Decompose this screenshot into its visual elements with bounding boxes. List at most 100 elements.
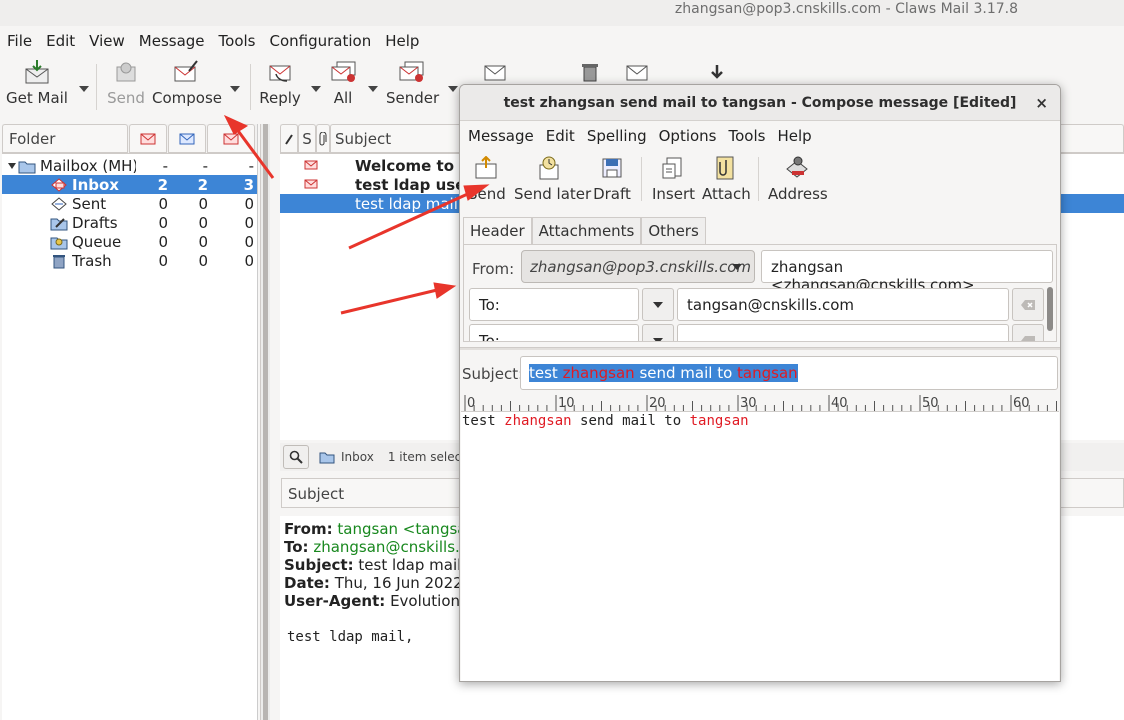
body-editor[interactable]: test zhangsan send mail to tangsan bbox=[461, 411, 1059, 681]
folder-row-inbox[interactable]: Inbox 2 2 3 bbox=[2, 175, 257, 194]
get-mail-button[interactable]: Get Mail bbox=[6, 56, 68, 108]
compose-menu-tools[interactable]: Tools bbox=[723, 127, 772, 145]
reply-sender-button[interactable]: Sender bbox=[386, 56, 439, 108]
header-scrollbar[interactable] bbox=[1047, 287, 1053, 331]
compose-toolbar: Send Send later Draft Insert Attach Addr… bbox=[460, 151, 1060, 207]
reply-label: Reply bbox=[259, 89, 301, 107]
pane-splitter[interactable] bbox=[260, 124, 270, 720]
folder-row-trash[interactable]: Trash 0 0 0 bbox=[2, 251, 257, 270]
compose-button[interactable]: Compose bbox=[152, 56, 223, 108]
paperclip-icon bbox=[319, 131, 327, 145]
close-icon[interactable]: × bbox=[1035, 85, 1048, 121]
attach-button[interactable]: Attach bbox=[702, 153, 751, 205]
message-subject: test ldap mail, bbox=[355, 194, 463, 213]
menu-configuration[interactable]: Configuration bbox=[262, 30, 378, 52]
menu-message[interactable]: Message bbox=[132, 30, 212, 52]
mark-column-header[interactable] bbox=[280, 124, 298, 153]
reply-all-dropdown[interactable] bbox=[366, 83, 378, 95]
folder-row-queue[interactable]: Queue 0 0 0 bbox=[2, 232, 257, 251]
new-column-header[interactable] bbox=[129, 124, 167, 153]
folder-column-header[interactable]: Folder bbox=[2, 124, 128, 153]
reply-button[interactable]: Reply bbox=[258, 56, 302, 108]
junk-icon[interactable] bbox=[626, 62, 650, 82]
reply-icon bbox=[269, 65, 291, 82]
subject-field[interactable]: test zhangsan send mail to tangsan bbox=[520, 356, 1058, 390]
reply-all-icon bbox=[331, 61, 356, 82]
insert-button[interactable]: Insert bbox=[652, 153, 695, 205]
compose-label: Compose bbox=[152, 89, 223, 107]
folder-row-drafts[interactable]: Drafts 0 0 0 bbox=[2, 213, 257, 232]
toolbar-separator bbox=[758, 157, 759, 201]
menu-edit[interactable]: Edit bbox=[39, 30, 82, 52]
draft-icon bbox=[602, 158, 622, 178]
to-field[interactable]: tangsan@cnskills.com bbox=[677, 288, 1009, 321]
subject-label: Subject: bbox=[284, 556, 354, 574]
folder-unread-count: - bbox=[202, 156, 208, 175]
send-later-button[interactable]: Send later bbox=[514, 153, 591, 205]
recipient-type-select[interactable]: To: bbox=[469, 288, 639, 321]
status-column-header[interactable]: S bbox=[298, 124, 316, 153]
menu-view[interactable]: View bbox=[82, 30, 132, 52]
compose-send-button[interactable]: Send bbox=[468, 153, 506, 205]
search-button[interactable] bbox=[283, 445, 309, 469]
reply-sender-dropdown[interactable] bbox=[446, 83, 458, 95]
get-mail-icon bbox=[25, 60, 49, 84]
from-account-value: zhangsan@pop3.cnskills.com bbox=[530, 258, 752, 276]
next-icon[interactable] bbox=[710, 64, 724, 80]
subject-label: Subject: bbox=[462, 365, 524, 383]
folder-row-sent[interactable]: Sent 0 0 0 bbox=[2, 194, 257, 213]
recipient-type-dropdown[interactable] bbox=[642, 288, 674, 321]
insert-file-icon bbox=[662, 157, 682, 179]
subject-selection: test zhangsan send mail to tangsan bbox=[529, 364, 798, 382]
compose-title-bar: test zhangsan send mail to tangsan - Com… bbox=[460, 85, 1060, 121]
get-mail-dropdown[interactable] bbox=[77, 83, 89, 95]
folder-row-mailbox[interactable]: Mailbox (MH) - - - bbox=[2, 156, 257, 175]
tab-header[interactable]: Header bbox=[463, 217, 532, 245]
attachment-column-header[interactable] bbox=[316, 124, 330, 153]
message-subject: test ldap use bbox=[355, 175, 466, 194]
recipient-type-select[interactable]: To: bbox=[469, 324, 639, 341]
draft-button[interactable]: Draft bbox=[593, 153, 631, 205]
compose-menu-message[interactable]: Message bbox=[462, 127, 540, 145]
unread-mail-icon bbox=[304, 179, 318, 189]
address-book-button[interactable]: Address bbox=[768, 153, 828, 205]
compose-dropdown[interactable] bbox=[228, 83, 240, 95]
tab-attachments[interactable]: Attachments bbox=[531, 217, 642, 245]
clear-icon bbox=[1021, 299, 1035, 310]
body-text: send mail to bbox=[571, 413, 690, 429]
collapse-triangle-icon[interactable] bbox=[8, 162, 18, 170]
recipient-type-dropdown[interactable] bbox=[642, 324, 674, 341]
compose-menu-edit[interactable]: Edit bbox=[540, 127, 581, 145]
from-value[interactable]: tangsan <tangsa bbox=[337, 520, 466, 538]
trash-toolbar-icon[interactable] bbox=[580, 62, 600, 82]
compose-menu-help[interactable]: Help bbox=[771, 127, 817, 145]
compose-menu-options[interactable]: Options bbox=[653, 127, 723, 145]
from-account-select[interactable]: zhangsan@pop3.cnskills.com bbox=[521, 250, 755, 283]
reply-all-button[interactable]: All bbox=[326, 56, 360, 108]
ruler-label: 30 bbox=[740, 396, 757, 411]
menu-tools[interactable]: Tools bbox=[212, 30, 263, 52]
unread-column-header[interactable] bbox=[168, 124, 206, 153]
folder-new-count: 0 bbox=[158, 213, 168, 232]
menu-file[interactable]: File bbox=[0, 30, 39, 52]
from-field[interactable]: zhangsan <zhangsan@cnskills.com> bbox=[761, 250, 1053, 294]
forward-icon[interactable] bbox=[484, 62, 508, 82]
reply-dropdown[interactable] bbox=[309, 83, 321, 95]
pane-divider[interactable] bbox=[460, 347, 1060, 350]
send-button[interactable]: Send bbox=[106, 56, 146, 108]
remove-recipient-button[interactable] bbox=[1012, 288, 1044, 321]
to-value[interactable]: zhangsan@cnskills.c bbox=[313, 538, 468, 556]
menu-help[interactable]: Help bbox=[378, 30, 426, 52]
folder-unread-count: 0 bbox=[198, 194, 208, 213]
folder-total-count: 0 bbox=[244, 232, 254, 251]
tab-others[interactable]: Others bbox=[641, 217, 706, 245]
folder-unread-count: 0 bbox=[198, 251, 208, 270]
compose-menu-spelling[interactable]: Spelling bbox=[581, 127, 653, 145]
to-field[interactable] bbox=[677, 324, 1009, 341]
total-column-header[interactable] bbox=[207, 124, 255, 153]
reply-all-label: All bbox=[333, 89, 353, 107]
ruler-label: 50 bbox=[922, 396, 939, 411]
remove-recipient-button[interactable] bbox=[1012, 324, 1044, 341]
folder-new-count: 0 bbox=[158, 251, 168, 270]
toolbar-separator bbox=[96, 64, 97, 110]
